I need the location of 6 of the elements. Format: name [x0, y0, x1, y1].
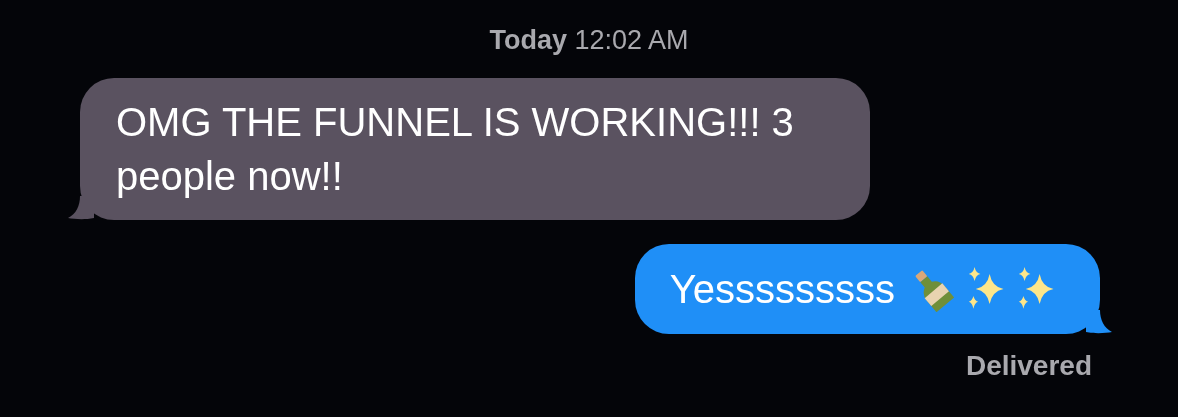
bubble-tail [68, 196, 94, 220]
bubble-tail [1086, 310, 1112, 334]
sent-message-bubble: Yesssssssss [634, 244, 1100, 334]
received-message-bubble: OMG THE FUNNEL IS WORKING!!! 3 people now!! [80, 78, 870, 220]
delivery-status: Delivered [965, 350, 1092, 382]
timestamp: Today 12:02 AM [489, 24, 689, 56]
